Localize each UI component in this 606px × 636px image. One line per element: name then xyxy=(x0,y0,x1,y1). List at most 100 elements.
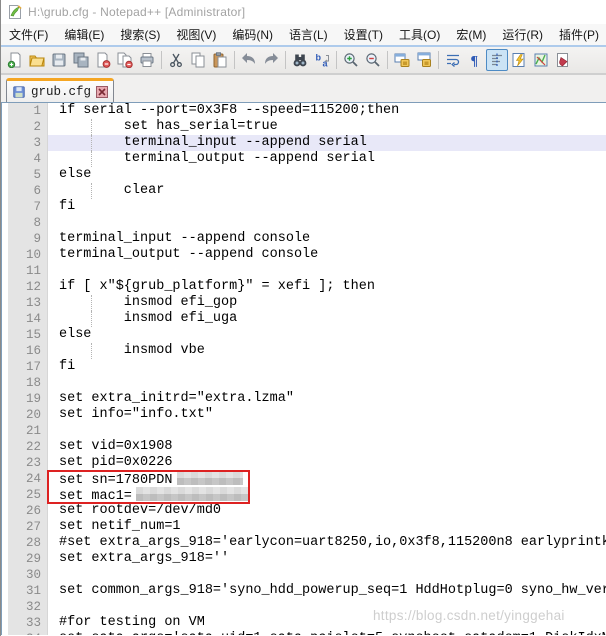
close-all-icon[interactable] xyxy=(114,49,136,71)
paste-icon[interactable] xyxy=(209,49,231,71)
zoom-out-icon[interactable] xyxy=(362,49,384,71)
menu-item-9[interactable]: 宏(M) xyxy=(448,23,494,46)
menu-item-11[interactable]: 插件(P) xyxy=(551,23,606,46)
code-line-34[interactable]: set sata_args='sata_uid=1 sata_pcislot=5… xyxy=(48,631,606,635)
menu-item-4[interactable]: 视图(V) xyxy=(168,23,224,46)
close-icon[interactable] xyxy=(92,49,114,71)
code-text: set info="info.txt" xyxy=(59,407,213,422)
line-number: 2 xyxy=(8,119,41,135)
tab-grub-cfg[interactable]: grub.cfg xyxy=(6,78,114,102)
code-line-16[interactable]: insmod vbe xyxy=(48,343,606,359)
code-text: set rootdev=/dev/md0 xyxy=(59,503,221,518)
code-line-1[interactable]: if serial --port=0x3F8 --speed=115200;th… xyxy=(48,103,606,119)
sync-scroll-vertical-icon[interactable] xyxy=(391,49,413,71)
code-line-22[interactable]: set vid=0x1908 xyxy=(48,439,606,455)
line-number: 8 xyxy=(8,215,41,231)
code-line-29[interactable]: set extra_args_918='' xyxy=(48,551,606,567)
code-line-9[interactable]: terminal_input --append console xyxy=(48,231,606,247)
code-line-5[interactable]: else xyxy=(48,167,606,183)
macro-playback-icon[interactable] xyxy=(552,49,574,71)
code-text: if [ x"${grub_platform}" = xefi ]; then xyxy=(59,279,375,294)
code-line-27[interactable]: set netif_num=1 xyxy=(48,519,606,535)
code-line-11[interactable] xyxy=(48,263,606,279)
notepad-window: H:\grub.cfg - Notepad++ [Administrator] … xyxy=(0,0,606,636)
menu-item-6[interactable]: 语言(L) xyxy=(281,23,336,46)
censored-mosaic xyxy=(177,471,243,485)
word-wrap-icon[interactable] xyxy=(442,49,464,71)
undo-icon[interactable] xyxy=(238,49,260,71)
line-number: 23 xyxy=(8,455,41,471)
code-text: #for testing on VM xyxy=(59,615,205,630)
code-line-3[interactable]: terminal_input --append serial xyxy=(48,135,606,151)
replace-icon[interactable]: ba xyxy=(311,49,333,71)
tab-close-icon[interactable] xyxy=(96,86,108,98)
code-text: fi xyxy=(59,359,75,374)
redo-icon[interactable] xyxy=(260,49,282,71)
line-number: 26 xyxy=(8,503,41,519)
code-line-2[interactable]: set has_serial=true xyxy=(48,119,606,135)
code-line-7[interactable]: fi xyxy=(48,199,606,215)
indent-guide-icon[interactable] xyxy=(486,49,508,71)
save-all-icon[interactable] xyxy=(70,49,92,71)
show-all-characters-icon[interactable]: ¶ xyxy=(464,49,486,71)
code-line-18[interactable] xyxy=(48,375,606,391)
open-file-icon[interactable] xyxy=(26,49,48,71)
code-line-26[interactable]: set rootdev=/dev/md0 xyxy=(48,503,606,519)
code-line-10[interactable]: terminal_output --append console xyxy=(48,247,606,263)
code-line-31[interactable]: set common_args_918='syno_hdd_powerup_se… xyxy=(48,583,606,599)
code-line-21[interactable] xyxy=(48,423,606,439)
code-line-13[interactable]: insmod efi_gop xyxy=(48,295,606,311)
line-number: 18 xyxy=(8,375,41,391)
menu-item-7[interactable]: 设置(T) xyxy=(336,23,391,46)
code-line-24[interactable]: set sn=1780PDN xyxy=(48,471,606,487)
document-map-icon[interactable] xyxy=(530,49,552,71)
code-line-14[interactable]: insmod efi_uga xyxy=(48,311,606,327)
toolbar-separator xyxy=(161,51,162,69)
code-line-4[interactable]: terminal_output --append serial xyxy=(48,151,606,167)
menu-item-1[interactable]: 文件(F) xyxy=(1,23,56,46)
code-line-17[interactable]: fi xyxy=(48,359,606,375)
code-line-20[interactable]: set info="info.txt" xyxy=(48,407,606,423)
find-icon[interactable] xyxy=(289,49,311,71)
editor: 1234567891011121314151617181920212223242… xyxy=(1,103,606,635)
code-area[interactable]: if serial --port=0x3F8 --speed=115200;th… xyxy=(48,103,606,635)
menu-item-8[interactable]: 工具(O) xyxy=(391,23,448,46)
title-bar: H:\grub.cfg - Notepad++ [Administrator] xyxy=(1,0,606,24)
new-file-icon[interactable] xyxy=(4,49,26,71)
code-text: set sn=1780PDN xyxy=(59,473,172,488)
menu-item-10[interactable]: 运行(R) xyxy=(494,23,551,46)
toolbar-separator xyxy=(387,51,388,69)
code-line-25[interactable]: set mac1= xyxy=(48,487,606,503)
code-text: fi xyxy=(59,199,75,214)
print-icon[interactable] xyxy=(136,49,158,71)
line-number: 28 xyxy=(8,535,41,551)
code-line-15[interactable]: else xyxy=(48,327,606,343)
indent-guide-line xyxy=(91,343,92,359)
menu-item-5[interactable]: 编码(N) xyxy=(224,23,281,46)
menu-item-3[interactable]: 搜索(S) xyxy=(112,23,168,46)
code-line-6[interactable]: clear xyxy=(48,183,606,199)
svg-text:¶: ¶ xyxy=(471,54,479,68)
code-line-19[interactable]: set extra_initrd="extra.lzma" xyxy=(48,391,606,407)
line-number: 24 xyxy=(8,471,41,487)
code-text: terminal_output --append serial xyxy=(59,151,375,166)
indent-guide-line xyxy=(91,183,92,199)
code-text: set sata_args='sata_uid=1 sata_pcislot=5… xyxy=(59,631,606,635)
tab-bar: grub.cfg xyxy=(1,74,606,103)
save-icon[interactable] xyxy=(48,49,70,71)
code-line-8[interactable] xyxy=(48,215,606,231)
watermark: https://blog.csdn.net/yinggehai xyxy=(373,608,565,623)
line-number-gutter[interactable]: 1234567891011121314151617181920212223242… xyxy=(8,103,48,635)
code-line-12[interactable]: if [ x"${grub_platform}" = xefi ]; then xyxy=(48,279,606,295)
menu-item-2[interactable]: 编辑(E) xyxy=(56,23,112,46)
sync-scroll-horizontal-icon[interactable] xyxy=(413,49,435,71)
function-list-icon[interactable] xyxy=(508,49,530,71)
cut-icon[interactable] xyxy=(165,49,187,71)
line-number: 33 xyxy=(8,615,41,631)
zoom-in-icon[interactable] xyxy=(340,49,362,71)
code-line-28[interactable]: #set extra_args_918='earlycon=uart8250,i… xyxy=(48,535,606,551)
copy-icon[interactable] xyxy=(187,49,209,71)
code-line-23[interactable]: set pid=0x0226 xyxy=(48,455,606,471)
code-line-30[interactable] xyxy=(48,567,606,583)
indent-guide-line xyxy=(91,311,92,327)
